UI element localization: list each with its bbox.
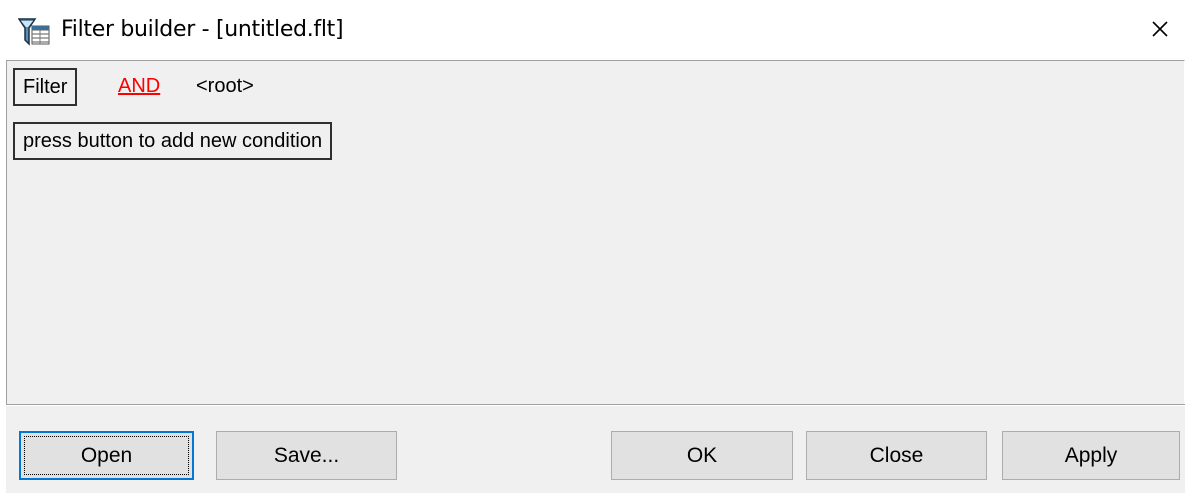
- ok-button-label: OK: [686, 444, 718, 467]
- filter-builder-window: Filter builder - [untitled.flt] Filter A…: [0, 0, 1187, 493]
- filter-funnel-icon: [18, 18, 50, 46]
- close-icon[interactable]: [1145, 14, 1175, 44]
- root-node-label: <root>: [196, 75, 254, 97]
- ok-button[interactable]: OK: [611, 431, 793, 480]
- operator-link[interactable]: AND: [118, 75, 160, 98]
- window-title: Filter builder - [untitled.flt]: [61, 17, 344, 42]
- close-button[interactable]: Close: [806, 431, 987, 480]
- button-bar: Open Save... OK Close Apply: [6, 406, 1185, 493]
- close-button-label: Close: [869, 444, 924, 467]
- apply-button[interactable]: Apply: [1002, 431, 1180, 480]
- open-button-label: Open: [80, 444, 133, 467]
- open-button[interactable]: Open: [19, 431, 194, 480]
- filter-tree-panel[interactable]: Filter AND <root> press button to add ne…: [6, 60, 1185, 404]
- filter-node-label[interactable]: Filter: [13, 68, 78, 106]
- save-button[interactable]: Save...: [216, 431, 397, 480]
- title-bar[interactable]: Filter builder - [untitled.flt]: [0, 0, 1187, 60]
- add-condition-button[interactable]: press button to add new condition: [13, 122, 333, 160]
- apply-button-label: Apply: [1064, 444, 1118, 467]
- save-button-label: Save...: [273, 444, 340, 467]
